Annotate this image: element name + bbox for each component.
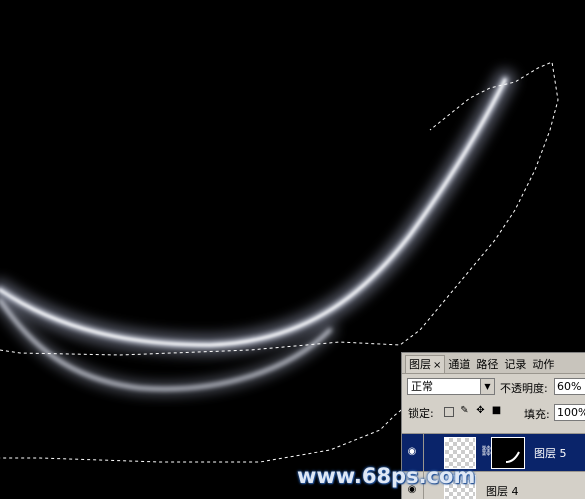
tab-layers-label: 图层 (409, 358, 431, 371)
lock-fill-row: 锁定: ✎ ✥ ■ 填充: 100% (402, 401, 585, 423)
fill-label: 填充: (524, 408, 550, 421)
eye-icon[interactable]: ◉ (405, 445, 419, 459)
tab-actions[interactable]: 动作 (529, 356, 557, 373)
panel-tabs: 图层 × 通道 路径 记录 动作 (402, 353, 585, 374)
blend-mode-value: 正常 (411, 380, 433, 393)
close-icon[interactable]: × (433, 360, 441, 371)
tab-history[interactable]: 记录 (501, 356, 529, 373)
chevron-down-icon[interactable]: ▼ (480, 379, 494, 394)
blend-opacity-row: 正常 ▼ 不透明度: 60% (402, 375, 585, 399)
lock-label: 锁定: (408, 407, 434, 420)
opacity-input[interactable]: 60% (554, 378, 585, 395)
layer-name[interactable]: 图层 5 (534, 445, 567, 461)
tab-channels[interactable]: 通道 (445, 356, 473, 373)
tab-paths[interactable]: 路径 (473, 356, 501, 373)
lock-icon[interactable]: ■ (491, 405, 502, 416)
opacity-label: 不透明度: (500, 382, 548, 395)
move-icon[interactable]: ✥ (475, 405, 486, 416)
mask-stroke (505, 451, 520, 463)
lock-transparency-icon[interactable] (444, 407, 454, 417)
layer-name[interactable]: 图层 4 (486, 483, 519, 499)
layer-mask-thumbnail[interactable] (491, 437, 525, 469)
brush-icon[interactable]: ✎ (459, 405, 470, 416)
blend-mode-select[interactable]: 正常 ▼ (407, 378, 495, 395)
tab-layers[interactable]: 图层 × (405, 355, 446, 373)
watermark: www.68ps.com (297, 464, 476, 488)
fill-input[interactable]: 100% (554, 404, 585, 421)
